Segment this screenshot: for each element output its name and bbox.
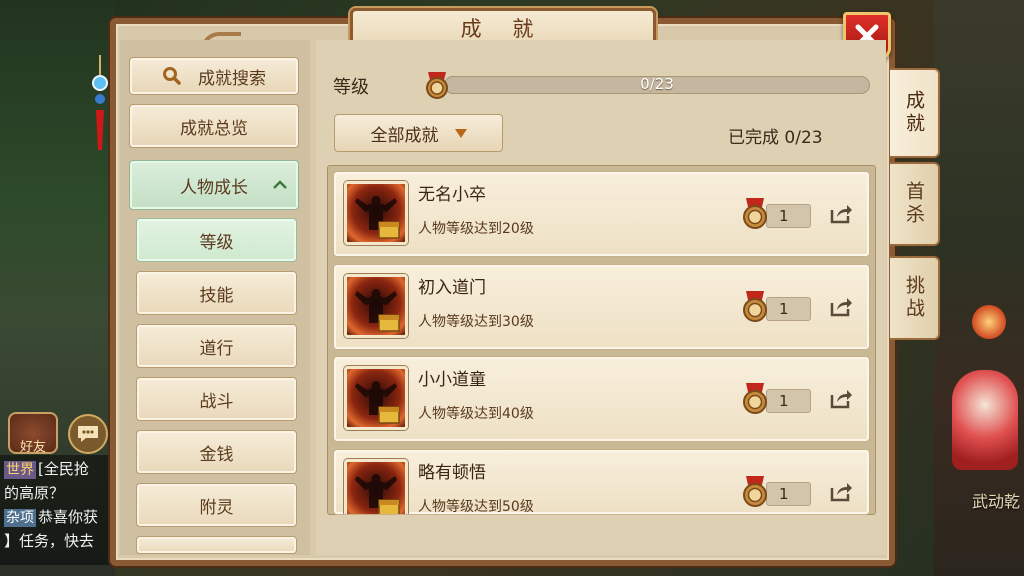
share-icon bbox=[830, 205, 852, 224]
achievement-points: 1 bbox=[766, 297, 811, 321]
background-caption: 武动乾 bbox=[971, 492, 1020, 511]
friends-button[interactable]: 好友 bbox=[8, 412, 58, 455]
sub-category-label: 附灵 bbox=[199, 497, 234, 518]
achievement-row[interactable]: 略有顿悟 人物等级达到50级 1 bbox=[333, 449, 870, 515]
achievement-name: 初入道门 bbox=[418, 278, 486, 298]
sub-category-spirit[interactable]: 附灵 bbox=[136, 483, 297, 527]
tab-first-kill[interactable]: 首杀 bbox=[890, 162, 940, 246]
tab-achievements[interactable]: 成就 bbox=[890, 68, 940, 158]
achievement-points: 1 bbox=[766, 482, 811, 506]
achievement-search-button[interactable]: 成就搜索 bbox=[129, 57, 299, 95]
chat-channel-tag: 杂项 bbox=[4, 509, 36, 527]
share-icon bbox=[830, 483, 852, 502]
share-button[interactable] bbox=[829, 295, 853, 319]
achievement-row[interactable]: 小小道童 人物等级达到40级 1 bbox=[333, 356, 870, 442]
sub-category-more[interactable] bbox=[136, 536, 297, 554]
achievement-description: 人物等级达到20级 bbox=[418, 221, 534, 237]
dropdown-arrow-icon bbox=[454, 128, 467, 138]
overview-label: 成就总览 bbox=[180, 118, 248, 139]
achievement-icon bbox=[344, 181, 408, 245]
points-medal-icon bbox=[740, 196, 770, 234]
achievement-icon bbox=[344, 274, 408, 338]
sub-category-combat[interactable]: 战斗 bbox=[136, 377, 297, 421]
share-button[interactable] bbox=[829, 202, 853, 226]
search-label: 成就搜索 bbox=[198, 68, 266, 89]
points-medal-icon bbox=[740, 381, 770, 419]
sub-category-label: 道行 bbox=[199, 338, 234, 359]
progress-text: 0/23 bbox=[640, 75, 674, 93]
chat-line: 杂项 恭喜你获 bbox=[4, 505, 108, 529]
category-character-growth[interactable]: 人物成长 bbox=[129, 160, 299, 210]
achievement-name: 无名小卒 bbox=[418, 185, 486, 205]
achievement-points: 1 bbox=[766, 389, 811, 413]
achievement-points: 1 bbox=[766, 204, 811, 228]
search-icon bbox=[163, 67, 181, 85]
achievement-icon bbox=[344, 366, 408, 430]
chat-line: 的高原？ bbox=[4, 481, 108, 505]
points-medal-icon bbox=[740, 289, 770, 327]
tab-challenge[interactable]: 挑战 bbox=[890, 256, 940, 340]
sub-category-label: 等级 bbox=[199, 232, 234, 253]
share-icon bbox=[830, 390, 852, 409]
sub-category-label: 技能 bbox=[199, 285, 234, 306]
chat-bubble-icon bbox=[78, 426, 98, 442]
points-medal-icon bbox=[740, 474, 770, 512]
chevron-up-icon bbox=[273, 180, 287, 189]
achievement-description: 人物等级达到30级 bbox=[418, 314, 534, 330]
achievement-row[interactable]: 无名小卒 人物等级达到20级 1 bbox=[333, 171, 870, 257]
achievement-name: 略有顿悟 bbox=[418, 463, 486, 483]
chat-text: 的高原？ bbox=[4, 484, 65, 502]
achievement-overview-button[interactable]: 成就总览 bbox=[129, 104, 299, 148]
friends-label: 好友 bbox=[19, 440, 46, 455]
lantern-decoration bbox=[972, 305, 1006, 339]
sub-category-level[interactable]: 等级 bbox=[136, 218, 297, 262]
chat-text: 】任务，快去 bbox=[4, 532, 95, 550]
share-button[interactable] bbox=[829, 387, 853, 411]
share-icon bbox=[830, 298, 852, 317]
chat-button[interactable] bbox=[68, 414, 108, 454]
category-label: 人物成长 bbox=[180, 177, 248, 198]
filter-label: 全部成就 bbox=[370, 125, 439, 146]
achievement-filter-dropdown[interactable]: 全部成就 bbox=[334, 114, 503, 152]
sub-category-money[interactable]: 金钱 bbox=[136, 430, 297, 474]
hanging-ornament-icon bbox=[91, 55, 109, 155]
sub-category-skill[interactable]: 技能 bbox=[136, 271, 297, 315]
level-label: 等级 bbox=[333, 77, 369, 98]
achievement-description: 人物等级达到40级 bbox=[418, 406, 534, 422]
chat-text: [全民抢 bbox=[38, 460, 89, 478]
chat-line: 】任务，快去 bbox=[4, 529, 108, 553]
sub-category-label: 战斗 bbox=[199, 391, 234, 412]
chat-line: 世界 [全民抢 bbox=[4, 457, 108, 481]
achievement-description: 人物等级达到50级 bbox=[418, 499, 534, 515]
achievement-medal-icon bbox=[424, 70, 450, 104]
sub-category-label: 金钱 bbox=[199, 444, 234, 465]
share-button[interactable] bbox=[829, 480, 853, 504]
achievement-row[interactable]: 初入道门 人物等级达到30级 1 bbox=[333, 264, 870, 350]
sub-category-daoxing[interactable]: 道行 bbox=[136, 324, 297, 368]
achievement-name: 小小道童 bbox=[418, 370, 486, 390]
chat-text: 恭喜你获 bbox=[38, 508, 99, 526]
chat-log[interactable]: 世界 [全民抢 的高原？ 杂项 恭喜你获 】任务，快去 bbox=[0, 455, 112, 565]
achievement-icon bbox=[344, 459, 408, 514]
chat-channel-tag: 世界 bbox=[4, 461, 36, 479]
lion-dance-character bbox=[952, 370, 1018, 470]
completed-count: 已完成 0/23 bbox=[728, 128, 823, 148]
